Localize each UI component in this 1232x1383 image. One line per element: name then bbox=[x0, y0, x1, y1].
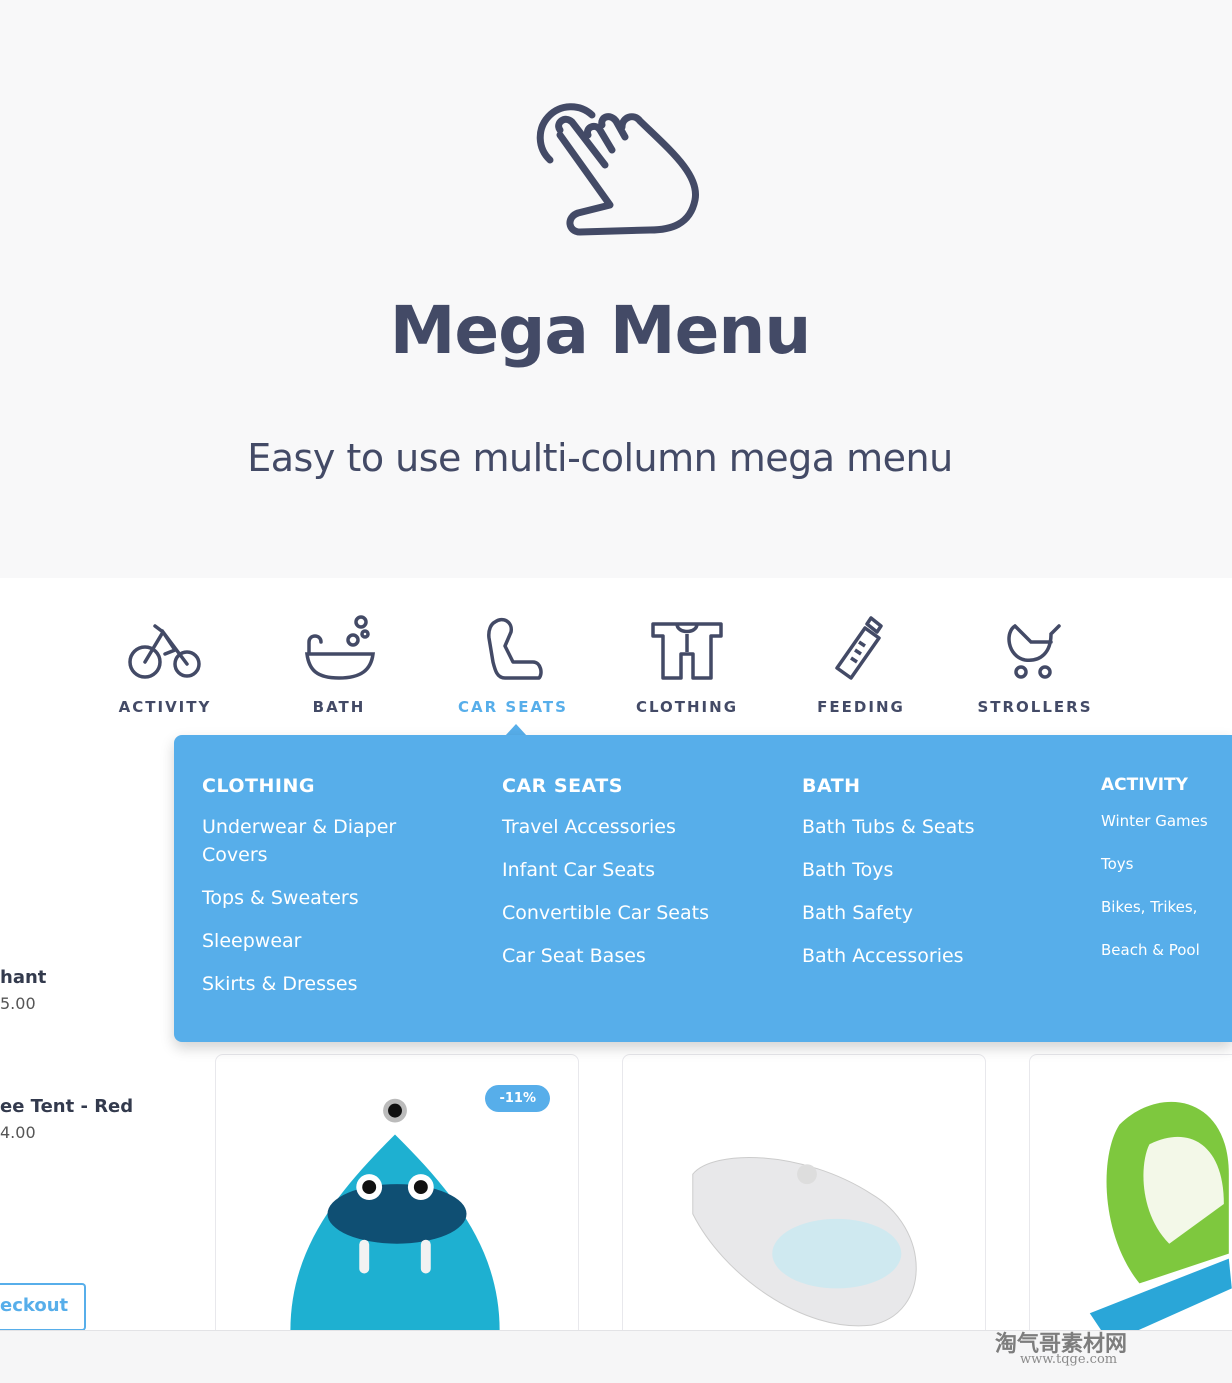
nav-label: STROLLERS bbox=[977, 698, 1093, 716]
mega-column-bath: BATH Bath Tubs & Seats Bath Toys Bath Sa… bbox=[802, 775, 1052, 985]
menu-link[interactable]: Infant Car Seats bbox=[502, 856, 752, 884]
nav-item-feeding[interactable]: FEEDING bbox=[791, 612, 931, 716]
nav-label: FEEDING bbox=[817, 698, 905, 716]
page-title: Mega Menu bbox=[389, 292, 812, 369]
bicycle-icon bbox=[128, 624, 201, 679]
menu-link[interactable]: Convertible Car Seats bbox=[502, 899, 752, 927]
cart-item-name[interactable]: ee Tent - Red bbox=[0, 1096, 133, 1117]
nav-item-activity[interactable]: ACTIVITY bbox=[95, 612, 235, 716]
menu-link[interactable]: Toys bbox=[1101, 854, 1229, 874]
mega-column-activity: ACTIVITY Winter Games Toys Bikes, Trikes… bbox=[1101, 775, 1229, 983]
menu-link[interactable]: Winter Games bbox=[1101, 811, 1229, 831]
bath-seat-image bbox=[1089, 1101, 1232, 1343]
car-seat-icon bbox=[487, 617, 543, 680]
mega-column-car-seats: CAR SEATS Travel Accessories Infant Car … bbox=[502, 775, 752, 985]
nav-label: CAR SEATS bbox=[458, 698, 568, 716]
column-heading[interactable]: ACTIVITY bbox=[1101, 775, 1229, 795]
cart-item-price: 4.00 bbox=[0, 1123, 36, 1142]
column-heading[interactable]: CLOTHING bbox=[202, 775, 452, 797]
cart-item[interactable]: hant 5.00 bbox=[0, 967, 46, 1013]
menu-link[interactable]: Travel Accessories bbox=[502, 813, 752, 841]
column-heading[interactable]: CAR SEATS bbox=[502, 775, 752, 797]
cart-item-price: 5.00 bbox=[0, 994, 36, 1013]
nav-label: CLOTHING bbox=[635, 698, 738, 716]
menu-link[interactable]: Bath Accessories bbox=[802, 942, 1052, 970]
menu-link[interactable]: Bikes, Trikes, bbox=[1101, 897, 1229, 917]
menu-link[interactable]: Bath Tubs & Seats bbox=[802, 813, 1052, 841]
menu-link[interactable]: Beach & Pool bbox=[1101, 940, 1229, 960]
nav-item-bath[interactable]: BATH bbox=[269, 612, 409, 716]
nav-item-clothing[interactable]: CLOTHING bbox=[617, 612, 757, 716]
discount-badge: -11% bbox=[485, 1085, 550, 1112]
column-heading[interactable]: BATH bbox=[802, 775, 1052, 797]
bathtub-icon bbox=[305, 615, 375, 680]
product-card[interactable] bbox=[1029, 1054, 1232, 1344]
menu-link[interactable]: Sleepwear bbox=[202, 927, 452, 955]
menu-link[interactable]: Skirts & Dresses bbox=[202, 970, 452, 998]
nav-item-car-seats[interactable]: CAR SEATS bbox=[443, 612, 583, 716]
nav-label: BATH bbox=[312, 698, 366, 716]
hand-pointer-icon bbox=[536, 103, 700, 236]
menu-link[interactable]: Underwear & Diaper Covers bbox=[202, 813, 432, 869]
nav-label: ACTIVITY bbox=[118, 698, 212, 716]
menu-link[interactable]: Car Seat Bases bbox=[502, 942, 752, 970]
product-card[interactable] bbox=[622, 1054, 986, 1344]
menu-link[interactable]: Tops & Sweaters bbox=[202, 884, 452, 912]
cart-item-name[interactable]: hant bbox=[0, 967, 46, 988]
watermark-url: www.tqge.com bbox=[1020, 1352, 1118, 1367]
baby-bathtub-image bbox=[692, 1157, 917, 1327]
page-subtitle: Easy to use multi-column mega menu bbox=[247, 436, 953, 480]
onesie-icon bbox=[651, 622, 723, 680]
menu-link[interactable]: Bath Safety bbox=[802, 899, 1052, 927]
stroller-icon bbox=[1007, 624, 1061, 679]
menu-link[interactable]: Bath Toys bbox=[802, 856, 1052, 884]
product-card[interactable]: -11% bbox=[215, 1054, 579, 1344]
mega-menu-dropdown: CLOTHING Underwear & Diaper Covers Tops … bbox=[174, 735, 1232, 1042]
mega-column-clothing: CLOTHING Underwear & Diaper Covers Tops … bbox=[202, 775, 452, 1013]
cart-item[interactable]: ee Tent - Red 4.00 bbox=[0, 1096, 133, 1142]
baby-bottle-icon bbox=[835, 616, 883, 680]
checkout-button[interactable]: eckout bbox=[0, 1283, 86, 1331]
nav-item-strollers[interactable]: STROLLERS bbox=[965, 612, 1105, 716]
